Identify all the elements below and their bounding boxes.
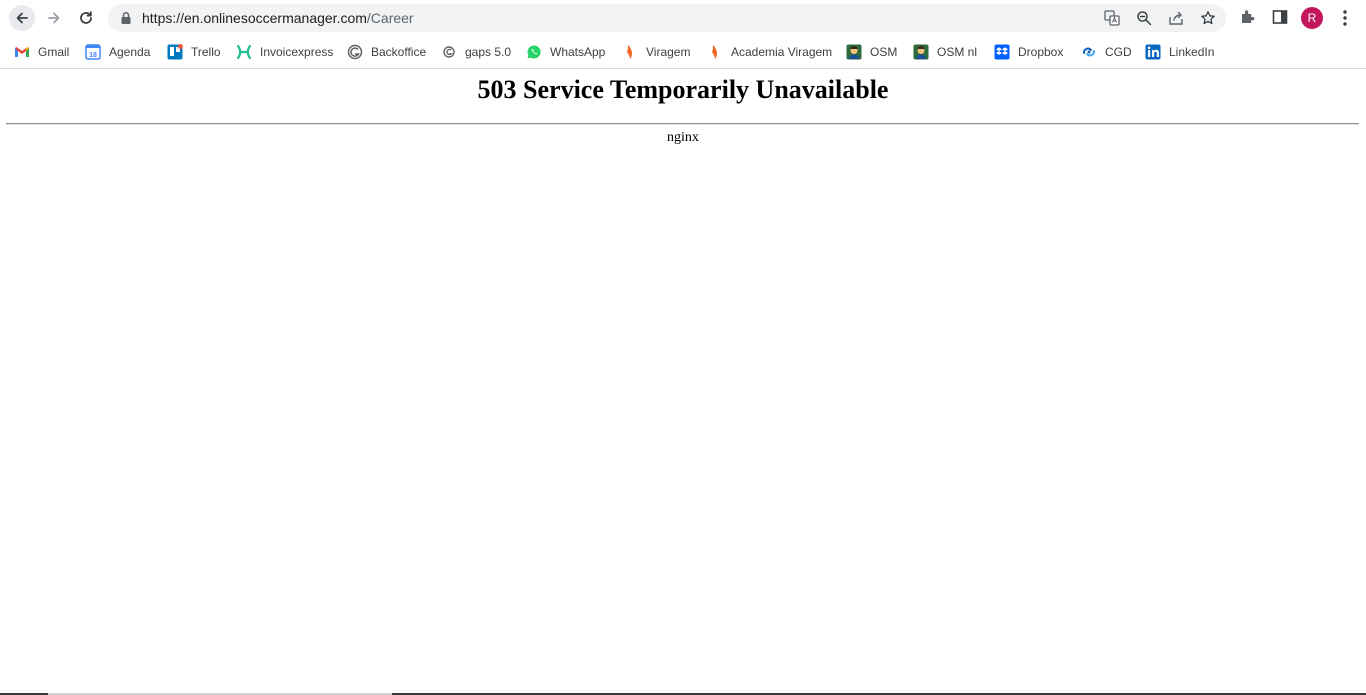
bookmark-backoffice[interactable]: Backoffice [347, 41, 426, 63]
bookmark-gmail[interactable]: Gmail [14, 41, 69, 63]
bookmark-invoicexpress[interactable]: Invoicexpress [236, 41, 333, 63]
bookmark-label: Viragem [646, 45, 691, 59]
bookmark-label: CGD [1105, 45, 1132, 59]
dropbox-icon [994, 44, 1010, 60]
zoom-icon[interactable] [1134, 8, 1154, 28]
linkedin-icon [1145, 44, 1161, 60]
arrow-right-icon [48, 12, 60, 24]
lock-icon[interactable] [120, 11, 132, 25]
bookmark-trello[interactable]: Trello [167, 41, 221, 63]
address-bar[interactable]: https://en.onlinesoccermanager.com/Caree… [108, 4, 1226, 32]
invoicexpress-icon [236, 44, 252, 60]
extensions-puzzle-icon[interactable] [1239, 8, 1257, 26]
viragem-icon [622, 44, 638, 60]
bookmark-whatsapp[interactable]: WhatsApp [526, 41, 605, 63]
bookmark-label: Academia Viragem [731, 45, 833, 59]
osm-icon [846, 44, 862, 60]
profile-avatar[interactable]: R [1301, 7, 1323, 29]
bookmark-label: Backoffice [371, 45, 427, 59]
cgd-icon [1081, 44, 1097, 60]
bookmark-label: Gmail [38, 45, 70, 59]
server-signature: nginx [667, 130, 699, 145]
osm-icon [913, 44, 929, 60]
bookmark-osm-nl[interactable]: OSM nl [913, 41, 977, 63]
gaps-icon [441, 44, 457, 60]
bookmarks-bar: Gmail 18 Agenda Trello Invoicexpress Bac… [0, 36, 1366, 69]
bookmark-label: WhatsApp [550, 45, 606, 59]
back-button[interactable] [9, 5, 35, 31]
url-text[interactable]: https://en.onlinesoccermanager.com/Caree… [142, 4, 414, 32]
bookmark-label: Invoicexpress [260, 45, 334, 59]
forward-button[interactable] [41, 5, 67, 31]
bookmark-dropbox[interactable]: Dropbox [994, 41, 1063, 63]
bookmark-label: OSM [870, 45, 898, 59]
calendar-icon: 18 [85, 44, 101, 60]
bookmark-label: Trello [191, 45, 221, 59]
share-icon[interactable] [1166, 8, 1186, 28]
browser-toolbar: https://en.onlinesoccermanager.com/Caree… [0, 0, 1366, 36]
divider [6, 123, 1359, 125]
arrow-left-icon [16, 12, 28, 24]
bookmark-academia-viragem[interactable]: Academia Viragem [707, 41, 832, 63]
backoffice-icon [347, 44, 363, 60]
side-panel-icon[interactable] [1271, 8, 1289, 26]
viragem-icon [707, 44, 723, 60]
star-icon[interactable] [1198, 8, 1218, 28]
bookmark-cgd[interactable]: CGD [1081, 41, 1132, 63]
bookmark-agenda[interactable]: 18 Agenda [85, 41, 150, 63]
bookmark-linkedin[interactable]: LinkedIn [1145, 41, 1214, 63]
page-title: 503 Service Temporarily Unavailable [477, 75, 889, 104]
reload-button[interactable] [73, 5, 99, 31]
more-menu-icon[interactable] [1338, 8, 1352, 28]
bookmark-viragem[interactable]: Viragem [622, 41, 690, 63]
bookmark-label: gaps 5.0 [465, 45, 512, 59]
gmail-icon [14, 44, 30, 60]
bookmark-label: Dropbox [1018, 45, 1064, 59]
bookmark-label: OSM nl [937, 45, 978, 59]
translate-icon[interactable] [1102, 8, 1122, 28]
trello-icon [167, 44, 183, 60]
bookmark-label: LinkedIn [1169, 45, 1215, 59]
page-content: 503 Service Temporarily Unavailable ngin… [0, 69, 1366, 695]
bookmark-osm[interactable]: OSM [846, 41, 897, 63]
whatsapp-icon [526, 44, 542, 60]
url-path: /Career [366, 10, 414, 26]
bookmark-gaps[interactable]: gaps 5.0 [441, 41, 511, 63]
url-host: https://en.onlinesoccermanager.com [142, 10, 367, 26]
bookmark-label: Agenda [109, 45, 151, 59]
svg-text:18: 18 [89, 52, 97, 59]
reload-icon [80, 11, 92, 24]
